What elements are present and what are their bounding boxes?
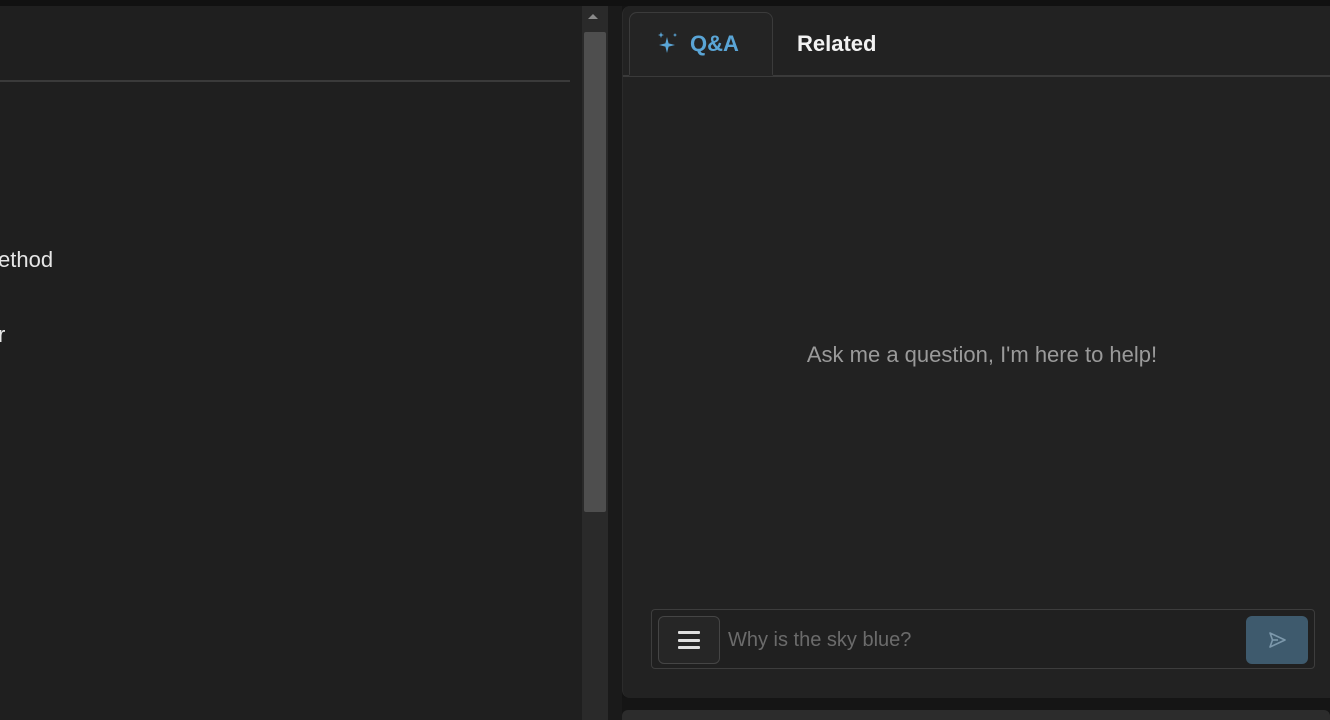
assistant-panel: Q&A Related Ask me a question, I'm here … xyxy=(622,6,1330,698)
tab-qa[interactable]: Q&A xyxy=(629,12,773,76)
left-text-line-1: ethod xyxy=(0,247,54,272)
left-header xyxy=(0,6,570,76)
send-icon xyxy=(1269,632,1286,648)
tab-qa-label: Q&A xyxy=(690,30,739,56)
left-text-line-2: r xyxy=(0,322,6,347)
send-button[interactable] xyxy=(1246,616,1308,664)
sparkle-icon xyxy=(658,31,677,53)
tab-related[interactable]: Related xyxy=(795,12,876,76)
menu-icon xyxy=(678,631,700,649)
empty-state-message: Ask me a question, I'm here to help! xyxy=(806,342,1158,367)
menu-button[interactable] xyxy=(658,616,720,664)
tab-related-label: Related xyxy=(797,31,877,56)
left-pane: ethod r xyxy=(0,6,582,720)
pane-splitter[interactable] xyxy=(608,6,622,720)
chat-input-bar xyxy=(651,609,1315,669)
left-header-divider xyxy=(0,80,570,82)
question-input[interactable] xyxy=(728,618,1238,662)
scrollbar[interactable] xyxy=(582,6,608,720)
scroll-up-arrow-icon[interactable] xyxy=(588,14,598,19)
scrollbar-thumb[interactable] xyxy=(584,32,606,512)
panel-bottom-bar xyxy=(622,710,1330,720)
